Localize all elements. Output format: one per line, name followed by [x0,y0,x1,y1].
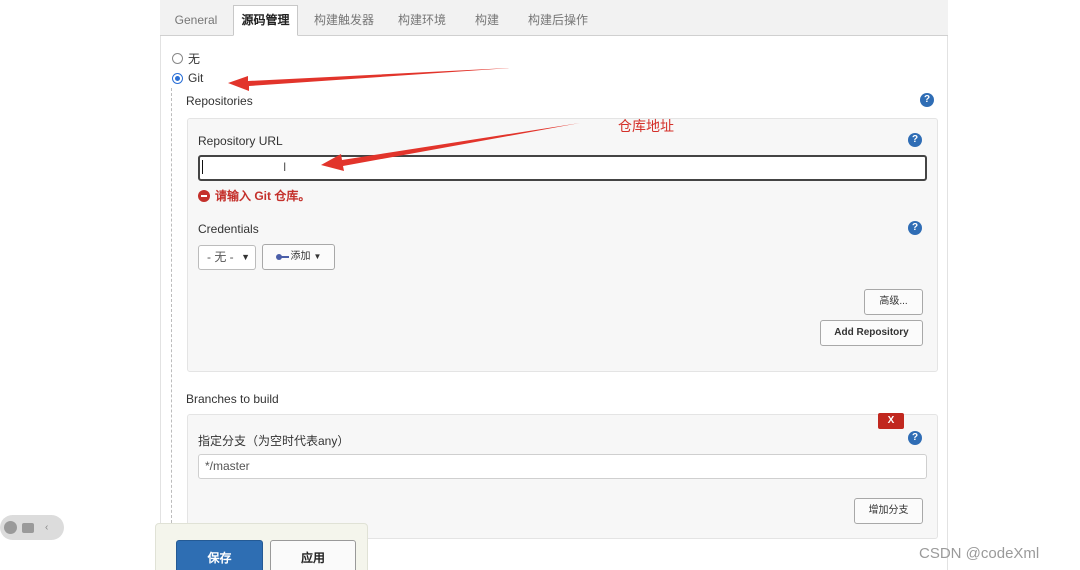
screenshot-root: General 源码管理 构建触发器 构建环境 构建 构建后操作 无 Git R… [0,0,1080,570]
branches-title: Branches to build [186,392,279,406]
repositories-title: Repositories [186,94,253,108]
add-credentials-label: 添加 [290,251,311,262]
advanced-button[interactable]: 高级... [864,289,923,315]
apply-button[interactable]: 应用 [270,540,356,570]
repository-url-label: Repository URL [198,134,283,148]
tab-post-build-actions[interactable]: 构建后操作 [520,6,596,36]
annotation-repo-address: 仓库地址 [618,118,674,134]
chevron-down-icon: ▼ [241,252,250,262]
repositories-help-icon[interactable]: ? [920,93,934,107]
tab-source-management[interactable]: 源码管理 [233,5,298,36]
scm-option-none[interactable]: 无 [172,50,200,67]
floating-toolbar[interactable]: ‹ [0,515,64,540]
chevron-left-icon[interactable]: ‹ [45,522,48,533]
radio-none[interactable] [172,53,183,64]
add-credentials-button[interactable]: 添加 ▼ [262,244,335,270]
face-icon[interactable] [4,521,17,534]
branch-spec-input[interactable]: */master [198,454,927,479]
credentials-select[interactable]: - 无 - ▼ [198,245,256,270]
tab-general[interactable]: General [166,6,226,36]
save-button[interactable]: 保存 [176,540,263,570]
credentials-select-value: - 无 - [207,250,234,264]
branch-spec-help-icon[interactable]: ? [908,431,922,445]
add-branch-button[interactable]: 增加分支 [854,498,923,524]
branch-spec-label: 指定分支（为空时代表any） [198,434,350,448]
add-repository-button[interactable]: Add Repository [820,320,923,346]
repository-url-error-text: 请输入 Git 仓库。 [215,189,311,203]
csdn-watermark: CSDN @codeXml [919,545,1040,562]
section-dashed-guide [171,88,172,528]
tab-build-environment[interactable]: 构建环境 [390,6,454,36]
config-tab-bar: General 源码管理 构建触发器 构建环境 构建 构建后操作 [160,0,948,36]
delete-branch-button[interactable]: X [878,413,904,429]
caret-down-icon: ▼ [313,252,322,261]
keyboard-icon[interactable] [22,522,34,533]
scm-option-none-label: 无 [188,52,201,66]
repository-url-input[interactable] [198,155,927,181]
text-caret [202,160,203,174]
credentials-help-icon[interactable]: ? [908,221,922,235]
scm-option-git[interactable]: Git [172,71,203,85]
ibeam-cursor-icon: I [283,160,287,174]
tab-build-triggers[interactable]: 构建触发器 [306,6,382,36]
repository-url-help-icon[interactable]: ? [908,133,922,147]
key-icon [275,254,289,260]
scm-option-git-label: Git [188,71,204,85]
tab-build[interactable]: 构建 [462,6,512,36]
credentials-label: Credentials [198,222,259,236]
radio-git[interactable] [172,72,183,84]
error-icon [198,189,210,202]
repository-url-error: 请输入 Git 仓库。 [198,187,310,204]
